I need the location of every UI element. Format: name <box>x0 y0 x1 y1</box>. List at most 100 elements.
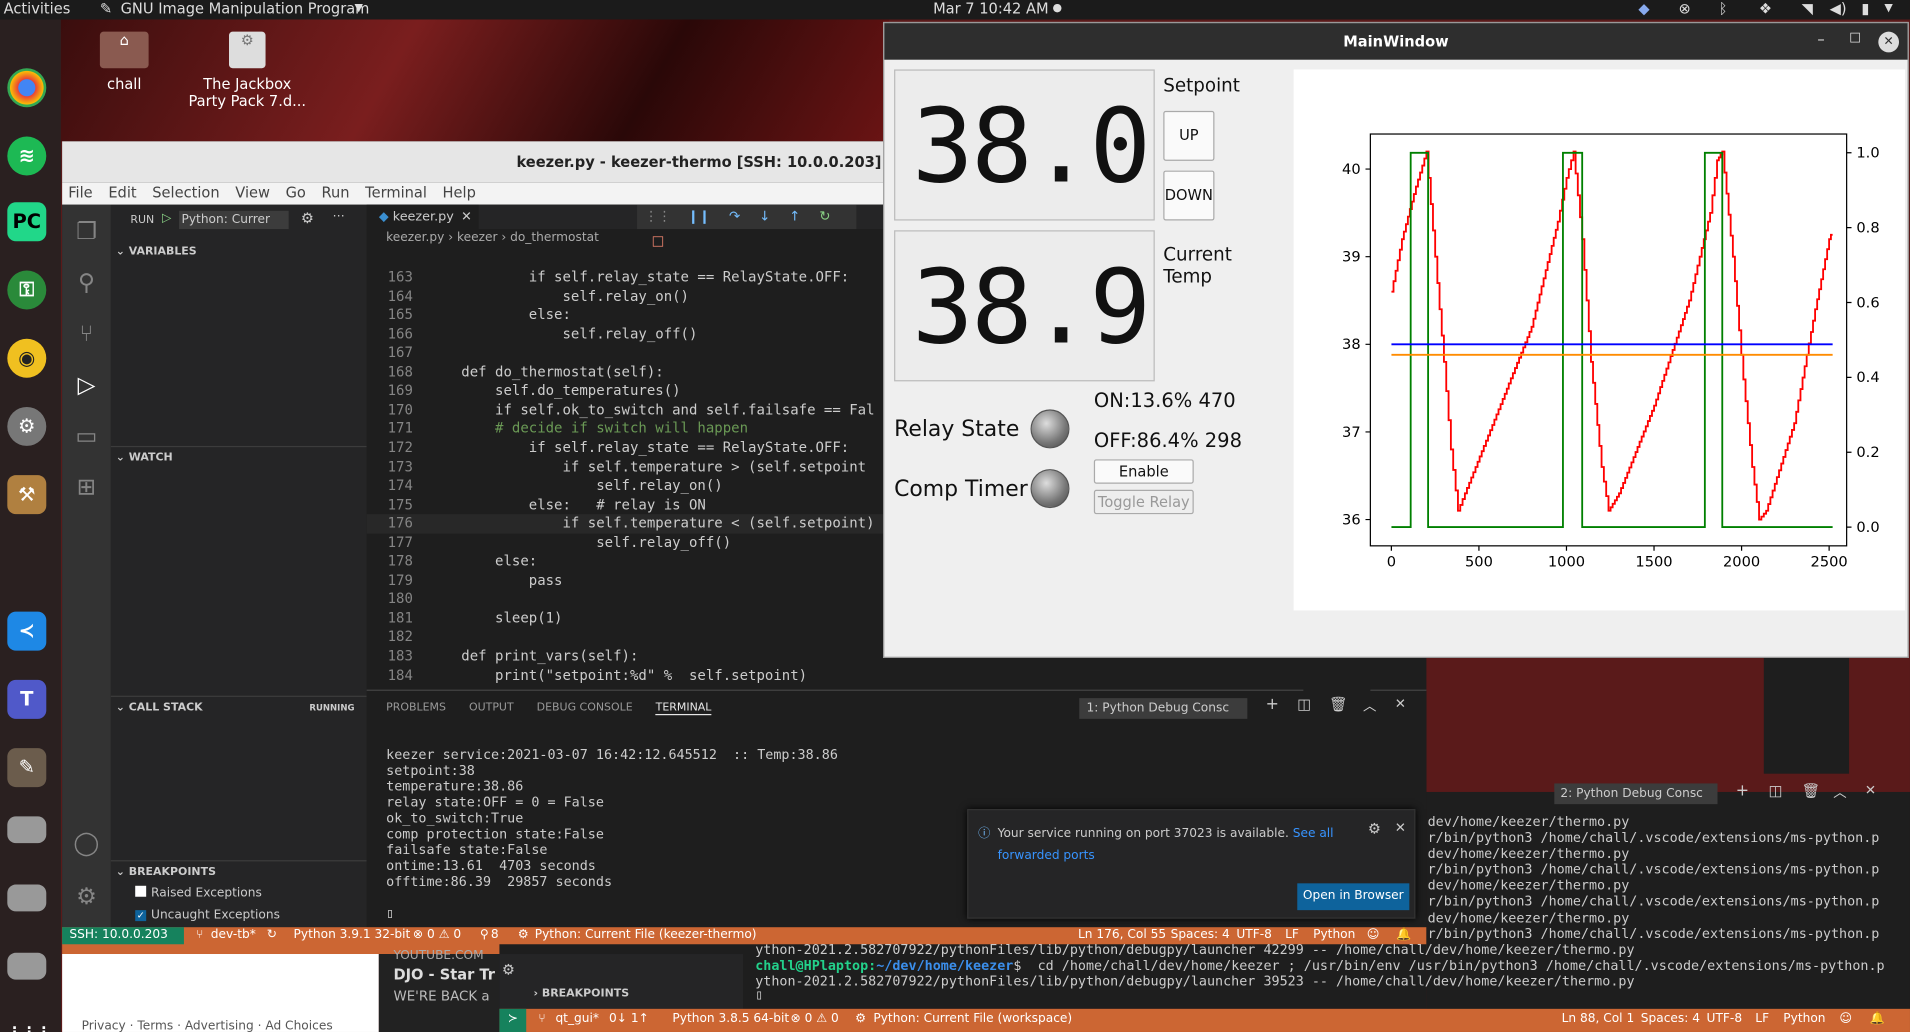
pycharm-icon[interactable]: PC <box>7 202 47 242</box>
tray-dropbox-icon[interactable]: ❖ <box>1759 0 1772 18</box>
menu-edit[interactable]: Edit <box>108 183 136 204</box>
code-line[interactable]: 167 <box>367 344 891 363</box>
checkbox-checked[interactable]: ✓ <box>135 910 147 922</box>
settings-gear-icon[interactable]: ⚙ <box>7 406 47 446</box>
toggle-relay-button[interactable]: Toggle Relay <box>1093 489 1194 515</box>
line-number[interactable]: 168 <box>367 363 413 382</box>
source-control-icon[interactable]: ⑂ <box>72 319 101 348</box>
notifications-bell-icon[interactable]: 🔔 <box>1870 1009 1885 1031</box>
notification-link[interactable]: See all <box>1293 827 1334 840</box>
code-line[interactable]: 170 if self.ok_to_switch and self.failsa… <box>367 401 891 420</box>
menu-go[interactable]: Go <box>286 183 306 204</box>
line-ending-2[interactable]: LF <box>1755 1009 1769 1031</box>
clock[interactable]: Mar 7 10:42 AM <box>933 0 1049 18</box>
trash-icon[interactable]: 🗑 <box>1329 696 1348 713</box>
code-line[interactable]: 171 # decide if switch will happen <box>367 420 891 439</box>
cursor-position-2[interactable]: Ln 88, Col 1 <box>1562 1009 1635 1031</box>
code-line[interactable]: 177 self.relay_off() <box>367 533 891 552</box>
line-number[interactable]: 176 <box>367 514 413 533</box>
tool-app-icon[interactable]: ⚒ <box>7 475 47 515</box>
down-button[interactable]: DOWN <box>1163 170 1215 221</box>
line-number[interactable]: 166 <box>367 325 413 344</box>
search-icon[interactable]: ⚲ <box>72 268 101 297</box>
code-line[interactable]: 165 else: <box>367 306 891 325</box>
close-icon[interactable]: ✕ <box>461 210 472 225</box>
split-terminal-icon[interactable]: ◫ <box>1297 696 1311 713</box>
tray-bluetooth-icon[interactable]: ᛒ <box>1719 0 1728 18</box>
line-number[interactable]: 184 <box>367 666 413 685</box>
rhythmbox-icon[interactable]: ◉ <box>7 338 47 378</box>
python-interpreter[interactable]: Python 3.9.1 32-bit <box>294 927 411 944</box>
home-folder-icon[interactable]: ⌂ <box>99 31 149 69</box>
line-number[interactable]: 169 <box>367 382 413 401</box>
git-branch[interactable]: dev-tb* <box>211 927 256 944</box>
drag-handle-icon[interactable]: ⋮⋮ <box>644 208 671 224</box>
terminal-output[interactable]: keezer service:2021-03-07 16:42:12.64551… <box>386 747 838 890</box>
code-line[interactable]: 179 pass <box>367 571 891 590</box>
close-panel-icon[interactable]: ✕ <box>1395 696 1406 712</box>
problems-count[interactable]: ⊗ 0 ⚠ 0 <box>413 927 461 944</box>
menu-help[interactable]: Help <box>443 183 476 204</box>
split-terminal-icon[interactable]: ◫ <box>1769 782 1783 799</box>
enable-button[interactable]: Enable <box>1093 459 1194 484</box>
line-number[interactable]: 172 <box>367 439 413 458</box>
extensions-icon[interactable]: ⊞ <box>72 473 101 502</box>
activities-button[interactable]: Activities <box>4 0 71 18</box>
python-interpreter-2[interactable]: Python 3.8.5 64-bit <box>672 1009 789 1031</box>
code-line[interactable]: 182 <box>367 628 891 647</box>
new-terminal-icon[interactable]: + <box>1266 696 1279 714</box>
step-into-icon[interactable]: ↓ <box>759 208 770 224</box>
account-icon[interactable]: ◯ <box>72 829 101 858</box>
browser-footer[interactable]: Privacy · Terms · Advertising · Ad Choic… <box>82 1020 333 1032</box>
code-editor[interactable]: ◆ keezer.py ✕ ⋮⋮ ❙❙ ↷ ↓ ↑ ↻ □ keezer.py ›… <box>366 204 891 690</box>
code-line[interactable]: 175 else: # relay is ON <box>367 495 891 514</box>
debug-config-2[interactable]: Python: Current File (workspace) <box>873 1009 1072 1031</box>
debug-config[interactable]: Python: Current File (keezer-thermo) <box>535 927 757 944</box>
menu-run[interactable]: Run <box>321 183 349 204</box>
spotify-icon[interactable]: ≋ <box>7 136 47 176</box>
line-number[interactable]: 173 <box>367 458 413 477</box>
maximize-panel-icon[interactable]: ︿ <box>1833 782 1846 801</box>
maximize-icon[interactable]: ☐ <box>1849 30 1861 46</box>
line-number[interactable]: 171 <box>367 420 413 439</box>
language-mode-2[interactable]: Python <box>1783 1009 1825 1031</box>
code-line[interactable]: 164 self.relay_on() <box>367 287 891 306</box>
close-icon[interactable]: ✕ <box>1878 31 1900 53</box>
code-line[interactable]: 163 if self.relay_state == RelayState.OF… <box>367 268 891 287</box>
tray-circle-icon[interactable]: ⊗ <box>1679 0 1691 18</box>
code-line[interactable]: 166 self.relay_off() <box>367 325 891 344</box>
breakpoints-header[interactable]: › BREAKPOINTS <box>534 988 630 1000</box>
maximize-panel-icon[interactable]: ︿ <box>1363 696 1376 715</box>
remote-indicator[interactable]: SSH: 10.0.0.203 <box>69 927 167 944</box>
desktop-icon-label[interactable]: Party Pack 7.d... <box>183 93 312 110</box>
tab-output[interactable]: OUTPUT <box>469 702 514 714</box>
drive-icon-3[interactable] <box>7 952 47 980</box>
tab-debug-console[interactable]: DEBUG CONSOLE <box>537 702 633 714</box>
terminal-select-2[interactable]: 2: Python Debug Consc <box>1554 783 1718 805</box>
start-debugging-icon[interactable]: ▷ <box>162 212 171 225</box>
code-line[interactable]: 173 if self.temperature > (self.setpoint <box>367 458 891 477</box>
terminal-output-2[interactable]: dev/home/keezer/thermo.py r/bin/python3 /… <box>1428 814 1910 946</box>
tray-app-icon[interactable]: ◆ <box>1638 0 1649 18</box>
wifi-icon[interactable]: ◥ <box>1802 0 1813 18</box>
breakpoint-item[interactable]: Raised Exceptions <box>135 885 262 904</box>
app-menu-icon[interactable]: ✎ <box>100 0 112 18</box>
trash-icon[interactable]: 🗑 <box>1802 782 1821 799</box>
remote-explorer-icon[interactable]: ▭ <box>72 422 101 451</box>
encoding-2[interactable]: UTF-8 <box>1707 1009 1743 1031</box>
breakpoint-item[interactable]: ✓ Uncaught Exceptions <box>135 906 280 925</box>
debug-settings-gear-icon[interactable]: ⚙ <box>301 210 314 227</box>
jackbox-icon[interactable]: ⚙ <box>229 31 266 69</box>
app-menu[interactable]: GNU Image Manipulation Program <box>121 0 370 18</box>
manage-gear-icon[interactable]: ⚙ <box>502 961 515 978</box>
close-panel-icon[interactable]: ✕ <box>1865 782 1876 798</box>
breadcrumb-item[interactable]: do_thermostat <box>510 231 599 244</box>
gimp-icon[interactable]: ✎ <box>7 748 47 788</box>
line-number[interactable]: 179 <box>367 571 413 590</box>
terminal-select[interactable]: 1: Python Debug Consc <box>1079 698 1248 719</box>
terminal-output-2-wide[interactable]: ython-2021.2.582707922/pythonFiles/lib/p… <box>755 942 1910 1000</box>
new-terminal-icon[interactable]: + <box>1736 782 1749 800</box>
breadcrumb-item[interactable]: keezer.py <box>386 231 444 244</box>
code-line[interactable]: 168 def do_thermostat(self): <box>367 363 891 382</box>
notification-gear-icon[interactable]: ⚙ <box>1368 820 1381 837</box>
